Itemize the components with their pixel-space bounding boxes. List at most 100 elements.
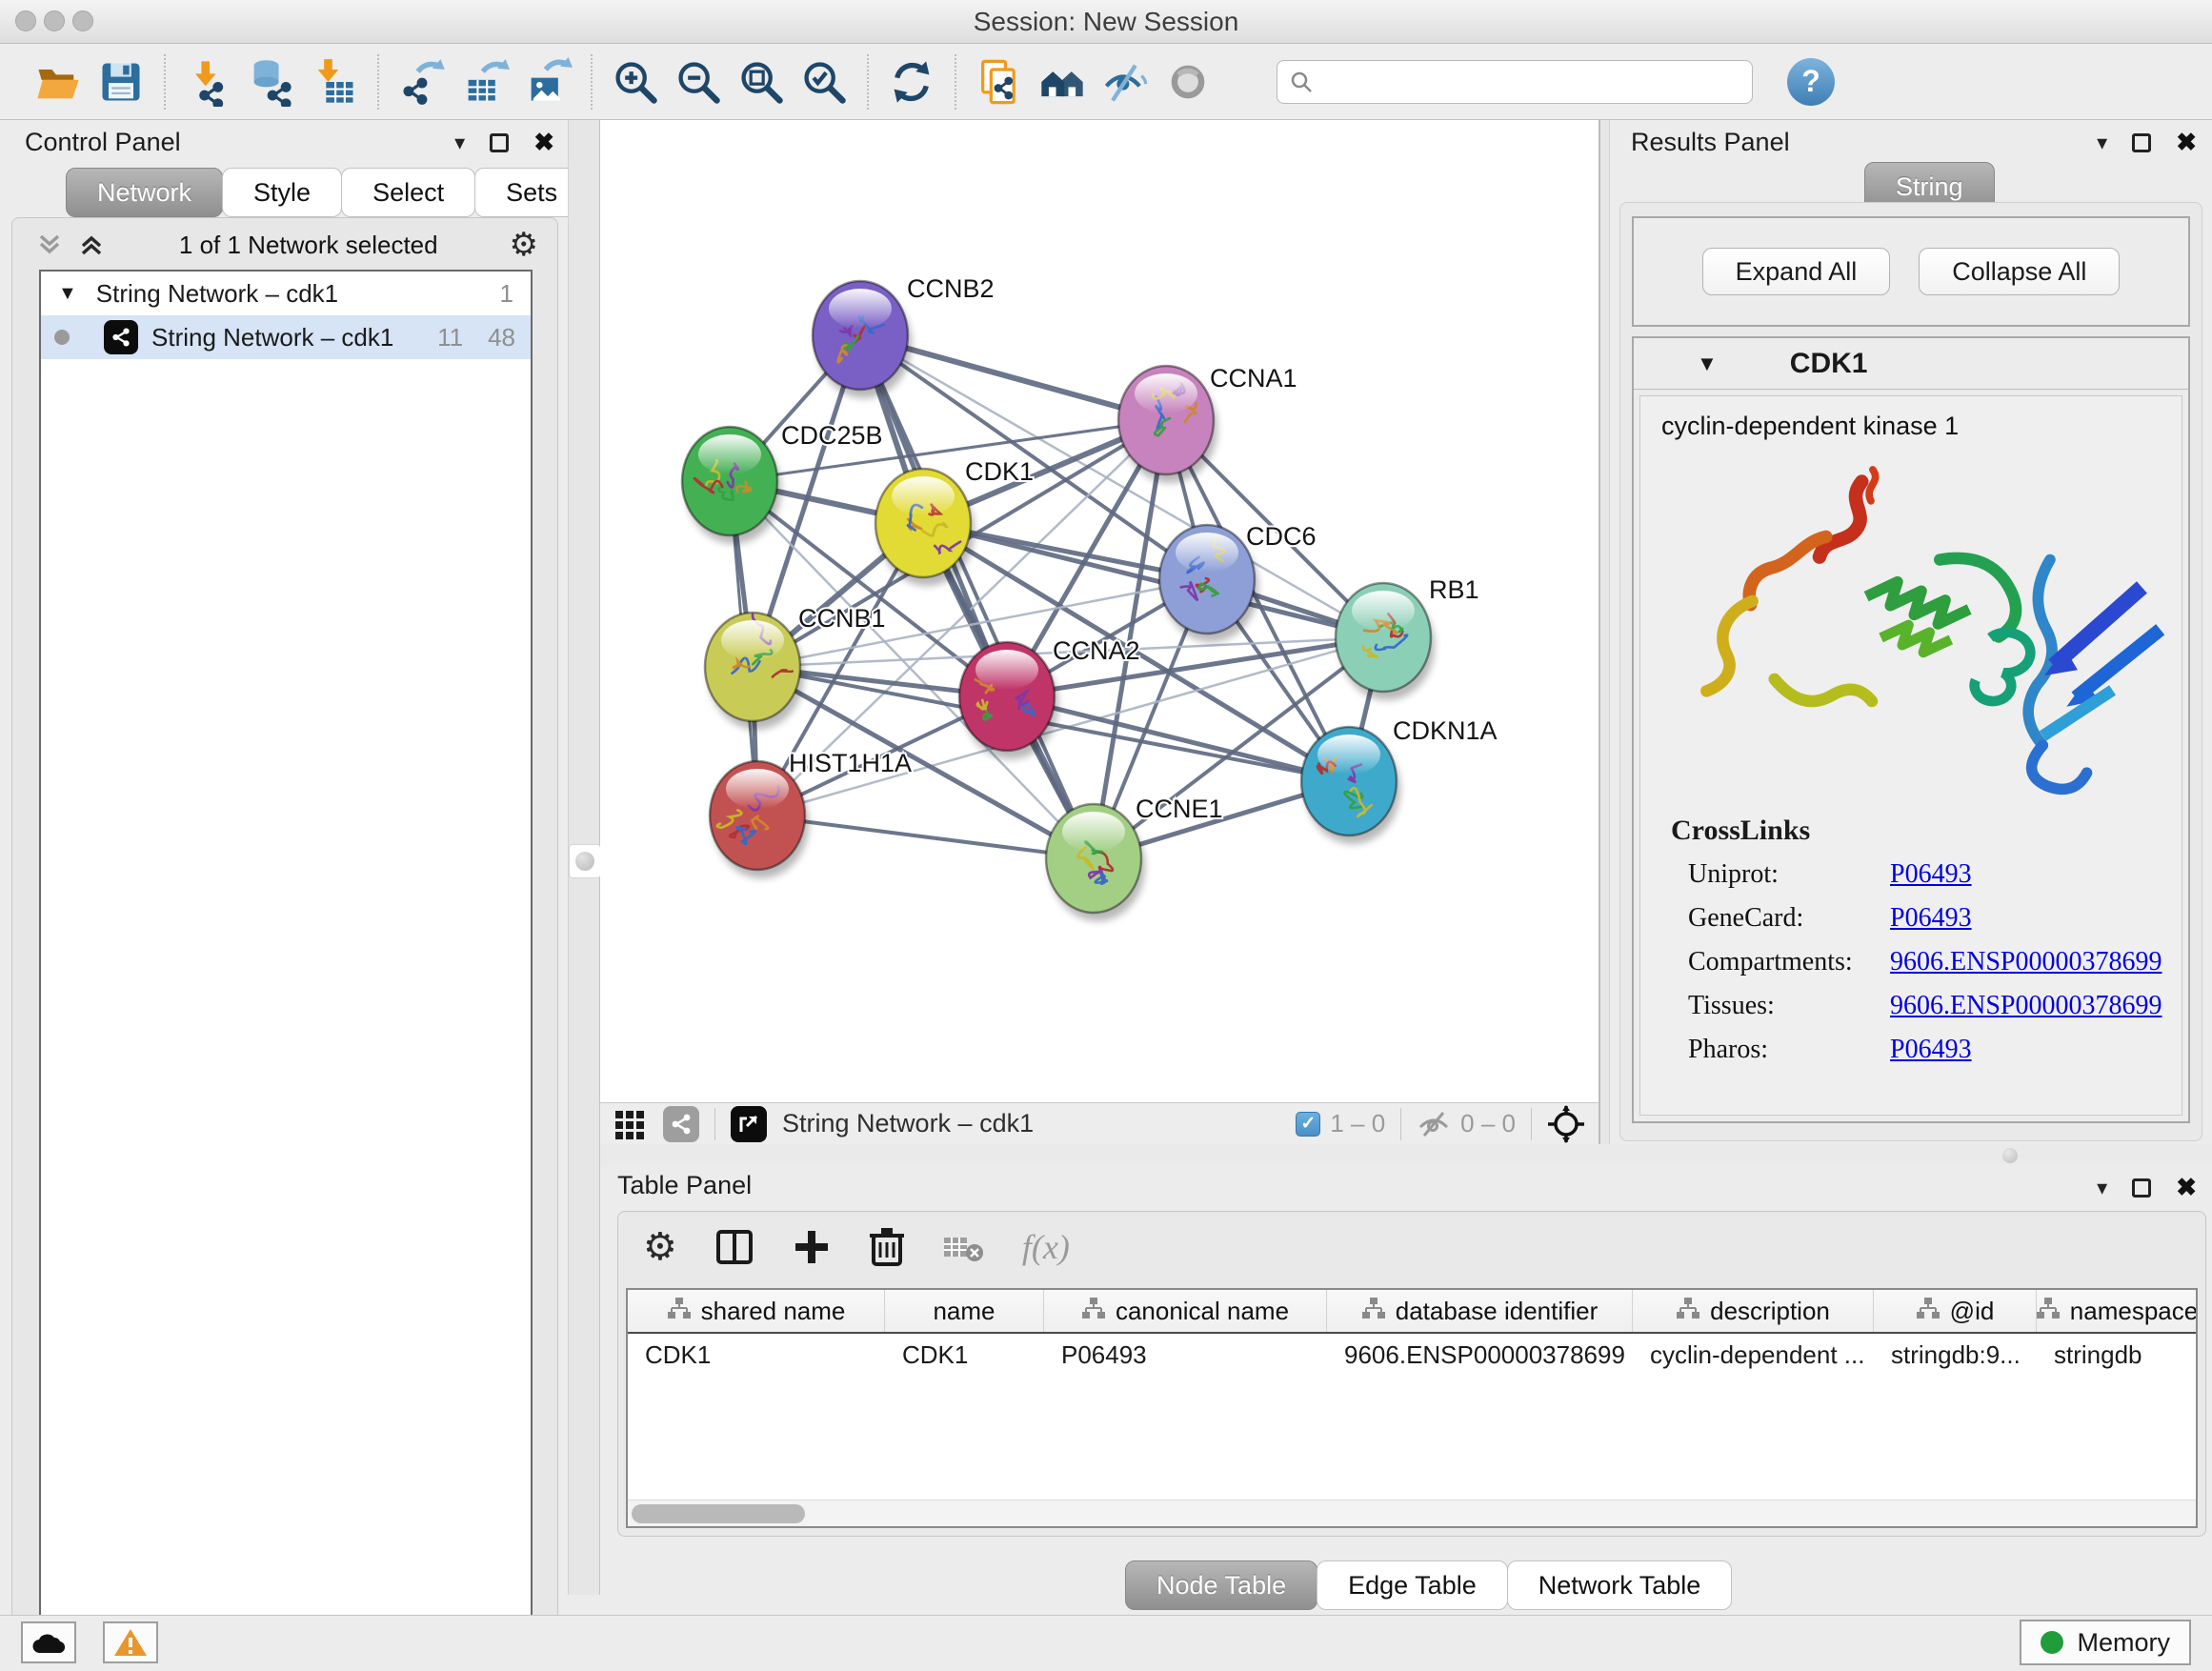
panel-close-icon[interactable]: ✖ [2176,1173,2197,1202]
detach-view-icon[interactable] [731,1106,767,1142]
table-cell[interactable]: 9606.ENSP00000378699 [1327,1334,1633,1376]
collapse-all-icon[interactable] [33,231,66,259]
scrollbar-thumb[interactable] [632,1504,805,1523]
network-node-ccna1[interactable]: CCNA1 [1118,364,1297,483]
network-node-hist1h1a[interactable]: HIST1H1A [710,749,912,878]
network-node-cdc6[interactable]: CDC6 [1159,522,1317,642]
network-graph[interactable]: CCNB2CCNA1CDC25BCDK1CDC6RB1CCNB1CCNA2CDK… [600,120,1599,1102]
import-network-button[interactable] [177,50,240,114]
panel-float-icon[interactable] [490,133,509,152]
left-splitter[interactable] [568,120,600,1595]
expand-all-button[interactable]: Expand All [1702,248,1891,295]
panel-close-icon[interactable]: ✖ [2176,128,2197,157]
node-label: RB1 [1429,575,1479,604]
right-splitter[interactable] [1599,120,1610,1144]
open-session-button[interactable] [27,50,90,114]
network-node-ccnb1[interactable]: CCNB1 [705,604,886,730]
tree-expand-icon[interactable]: ▼ [58,283,77,305]
edge-count: 48 [488,323,515,352]
network-node-cdk1[interactable]: CDK1 [875,457,1034,586]
crosslink-link[interactable]: 9606.ENSP00000378699 [1890,991,2162,1021]
hide-unhide-button[interactable] [1094,50,1156,114]
panel-menu-icon[interactable]: ▾ [2097,131,2107,155]
gene-section-header[interactable]: ▼ CDK1 [1634,338,2188,390]
table-row[interactable]: CDK1CDK1P064939606.ENSP00000378699cyclin… [628,1334,2196,1376]
network-share-icon[interactable] [663,1106,699,1142]
tab-style[interactable]: Style [222,168,342,217]
zoom-selected-button[interactable] [793,50,855,114]
network-node-cdc25b[interactable]: CDC25B [682,421,883,544]
save-session-button[interactable] [90,50,152,114]
panel-menu-icon[interactable]: ▾ [454,131,465,155]
network-node-ccne1[interactable]: CCNE1 [1046,795,1223,921]
panel-close-icon[interactable]: ✖ [533,128,554,157]
expand-all-icon[interactable] [75,231,108,259]
network-node-rb1[interactable]: RB1 [1336,575,1479,700]
export-table-button[interactable] [453,50,516,114]
birds-eye-crosshair-icon[interactable] [1547,1105,1585,1143]
grid-view-icon[interactable] [613,1107,648,1141]
column-header-name[interactable]: name [885,1290,1044,1332]
column-label: canonical name [1116,1297,1289,1326]
tab-edge-table[interactable]: Edge Table [1317,1560,1508,1610]
panel-float-icon[interactable] [2132,133,2151,152]
network-edge[interactable] [860,335,1094,858]
network-view-canvas[interactable]: CCNB2CCNA1CDC25BCDK1CDC6RB1CCNB1CCNA2CDK… [600,120,1599,1102]
crosslink-link[interactable]: P06493 [1890,903,1972,934]
tab-network-table[interactable]: Network Table [1507,1560,1733,1610]
column-header-shared-name[interactable]: shared name [628,1290,885,1332]
add-column-icon[interactable] [792,1227,832,1267]
tab-network[interactable]: Network [66,168,223,217]
home-button[interactable] [1031,50,1094,114]
network-name: String Network – cdk1 [151,323,393,352]
section-collapse-icon[interactable]: ▼ [1697,352,1718,376]
memory-button[interactable]: Memory [2020,1620,2191,1665]
selected-checkbox-icon[interactable]: ✓ [1296,1112,1320,1137]
table-cell[interactable]: cyclin-dependent ... [1633,1334,1874,1376]
table-horizontal-scrollbar[interactable] [628,1500,2196,1526]
column-header-canonical-name[interactable]: canonical name [1044,1290,1327,1332]
table-cell[interactable]: CDK1 [885,1334,1044,1376]
panel-float-icon[interactable] [2132,1178,2151,1198]
table-cell[interactable]: CDK1 [628,1334,885,1376]
copy-network-button[interactable] [968,50,1031,114]
zoom-in-button[interactable] [604,50,667,114]
horizontal-splitter-handle[interactable] [2002,1148,2018,1163]
panel-menu-icon[interactable]: ▾ [2097,1176,2107,1200]
network-node-cdkn1a[interactable]: CDKN1A [1301,716,1498,844]
tab-select[interactable]: Select [341,168,475,217]
column-header-description[interactable]: description [1633,1290,1874,1332]
column-header-database-identifier[interactable]: database identifier [1327,1290,1633,1332]
import-table-button[interactable] [303,50,366,114]
export-network-button[interactable] [391,50,453,114]
zoom-out-button[interactable] [667,50,730,114]
table-options-gear-icon[interactable]: ⚙ [643,1225,677,1269]
warnings-button[interactable] [103,1621,158,1663]
collapse-all-button[interactable]: Collapse All [1919,248,2120,295]
column-header-namespace[interactable]: namespace [2037,1290,2198,1332]
network-row-selected[interactable]: String Network – cdk1 11 48 [41,315,531,359]
tab-node-table[interactable]: Node Table [1125,1560,1317,1610]
refresh-view-button[interactable] [880,50,943,114]
cloud-status-button[interactable] [21,1621,76,1663]
network-collection-row[interactable]: ▼ String Network – cdk1 1 [41,272,531,315]
fit-content-button[interactable] [730,50,793,114]
show-hidden-button[interactable] [1156,50,1219,114]
crosslink-link[interactable]: 9606.ENSP00000378699 [1890,947,2162,977]
help-button[interactable]: ? [1787,58,1835,106]
show-columns-icon[interactable] [714,1226,755,1268]
crosslink-link[interactable]: P06493 [1890,1035,1972,1065]
import-network-from-database-button[interactable] [240,50,303,114]
network-node-ccnb2[interactable]: CCNB2 [813,274,995,398]
horizontal-splitter[interactable] [600,1144,2212,1165]
delete-column-icon[interactable] [868,1226,906,1268]
export-image-button[interactable] [516,50,579,114]
table-cell[interactable]: stringdb:9... [1874,1334,2037,1376]
network-options-gear-icon[interactable]: ⚙ [510,226,538,264]
table-cell[interactable]: P06493 [1044,1334,1327,1376]
search-input[interactable] [1277,60,1753,104]
table-cell[interactable]: stringdb [2037,1334,2198,1376]
left-splitter-handle[interactable] [569,844,601,878]
column-header--id[interactable]: @id [1874,1290,2037,1332]
crosslink-link[interactable]: P06493 [1890,859,1972,890]
